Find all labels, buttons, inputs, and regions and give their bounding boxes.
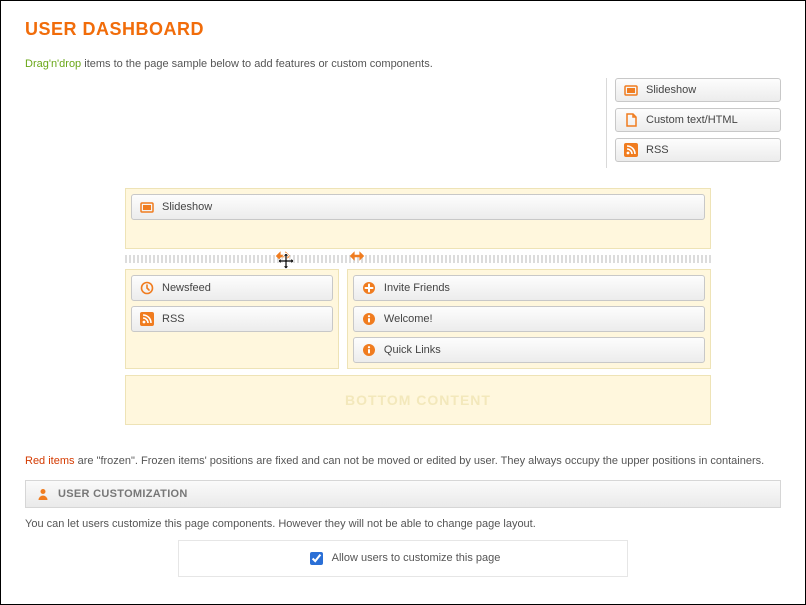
plus-icon <box>362 281 376 295</box>
slideshow-icon <box>140 200 154 214</box>
layout-item-label: Welcome! <box>384 313 433 325</box>
frozen-note: Red items are "frozen". Frozen items' po… <box>25 453 781 470</box>
palette-item-slideshow[interactable]: Slideshow <box>615 78 781 102</box>
customization-desc: You can let users customize this page co… <box>25 518 781 530</box>
resize-handle-right[interactable] <box>349 250 365 262</box>
user-customization-header: USER CUSTOMIZATION <box>25 480 781 508</box>
allow-customize-checkbox[interactable] <box>310 552 323 565</box>
page-layout-sample: Slideshow Newsfeed RSS Invite <box>125 188 711 425</box>
info-icon <box>362 343 376 357</box>
intro-text: Drag'n'drop items to the page sample bel… <box>25 58 781 70</box>
user-icon <box>36 487 50 501</box>
page-title: USER DASHBOARD <box>25 19 781 40</box>
rss-icon <box>140 312 154 326</box>
column-divider <box>125 255 711 263</box>
palette-item-custom-text[interactable]: Custom text/HTML <box>615 108 781 132</box>
allow-customize-row: Allow users to customize this page <box>178 540 628 577</box>
palette-item-label: Slideshow <box>646 84 696 96</box>
layout-item-rss[interactable]: RSS <box>131 306 333 332</box>
frozen-highlight: Red items <box>25 455 75 467</box>
section-title: USER CUSTOMIZATION <box>58 488 188 500</box>
info-icon <box>362 312 376 326</box>
palette-item-rss[interactable]: RSS <box>615 138 781 162</box>
widget-palette: Slideshow Custom text/HTML RSS <box>606 78 781 168</box>
layout-item-label: Invite Friends <box>384 282 450 294</box>
palette-item-label: Custom text/HTML <box>646 114 738 126</box>
intro-highlight: Drag'n'drop <box>25 58 81 70</box>
clock-icon <box>140 281 154 295</box>
resize-handle-left[interactable] <box>275 250 291 262</box>
layout-item-label: Slideshow <box>162 201 212 213</box>
document-icon <box>624 113 638 127</box>
layout-item-label: Newsfeed <box>162 282 211 294</box>
bottom-placeholder: BOTTOM CONTENT <box>345 392 491 408</box>
layout-item-slideshow[interactable]: Slideshow <box>131 194 705 220</box>
rss-icon <box>624 143 638 157</box>
layout-item-quick-links[interactable]: Quick Links <box>353 337 705 363</box>
left-column-zone[interactable]: Newsfeed RSS <box>125 269 339 369</box>
layout-item-welcome[interactable]: Welcome! <box>353 306 705 332</box>
palette-item-label: RSS <box>646 144 669 156</box>
slideshow-icon <box>624 83 638 97</box>
allow-customize-label: Allow users to customize this page <box>332 552 501 564</box>
layout-item-label: Quick Links <box>384 344 441 356</box>
bottom-zone[interactable]: BOTTOM CONTENT <box>125 375 711 425</box>
layout-item-newsfeed[interactable]: Newsfeed <box>131 275 333 301</box>
right-column-zone[interactable]: Invite Friends Welcome! Quick Links <box>347 269 711 369</box>
layout-item-invite-friends[interactable]: Invite Friends <box>353 275 705 301</box>
top-zone[interactable]: Slideshow <box>125 188 711 249</box>
layout-item-label: RSS <box>162 313 185 325</box>
